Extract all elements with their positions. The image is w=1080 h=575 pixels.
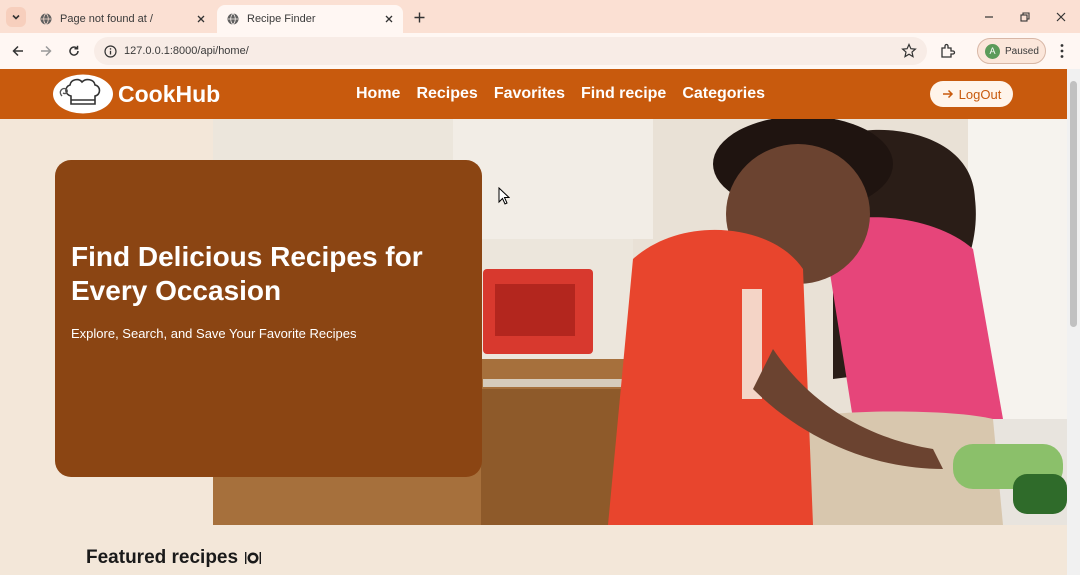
featured-recipes-heading: Featured recipes	[86, 547, 262, 569]
main-nav: Home Recipes Favorites Find recipe Categ…	[356, 85, 765, 103]
browser-toolbar: 127.0.0.1:8000/api/home/ A Paused	[0, 33, 1080, 69]
tab-title: Page not found at /	[60, 13, 153, 25]
arrow-left-icon	[12, 45, 23, 57]
featured-heading-text: Featured recipes	[86, 547, 239, 568]
globe-icon	[40, 13, 52, 25]
nav-link-favorites[interactable]: Favorites	[494, 85, 565, 103]
close-icon	[1056, 12, 1066, 22]
minimize-icon	[985, 16, 993, 18]
close-window-button[interactable]	[1052, 8, 1070, 26]
site-info-icon[interactable]	[102, 43, 118, 59]
restore-button[interactable]	[1016, 8, 1034, 26]
logout-label: LogOut	[958, 86, 1002, 102]
arrow-right-icon	[41, 45, 52, 57]
mouse-cursor-icon	[498, 187, 510, 205]
plus-icon	[414, 12, 424, 22]
nav-link-home[interactable]: Home	[356, 85, 400, 103]
new-tab-button[interactable]	[410, 8, 428, 26]
bookmark-star-icon[interactable]	[901, 43, 917, 59]
restore-icon	[1020, 12, 1030, 22]
reload-icon	[69, 45, 79, 56]
scrollbar-thumb[interactable]	[1070, 81, 1077, 327]
extensions-icon[interactable]	[939, 42, 957, 60]
logout-button[interactable]: LogOut	[930, 81, 1013, 107]
vertical-scrollbar[interactable]	[1067, 69, 1080, 575]
chef-hat-logo-icon[interactable]	[53, 74, 113, 114]
tab-title: Recipe Finder	[247, 13, 316, 25]
nav-link-recipes[interactable]: Recipes	[416, 85, 477, 103]
profile-button[interactable]: A Paused	[977, 38, 1046, 64]
forward-button[interactable]	[36, 41, 56, 61]
logout-arrow-icon	[942, 89, 953, 99]
close-tab-icon[interactable]	[381, 11, 397, 27]
hero-subtitle: Explore, Search, and Save Your Favorite …	[71, 326, 357, 341]
chevron-down-icon	[12, 14, 20, 20]
brand-name[interactable]: CookHub	[118, 81, 220, 108]
profile-status: Paused	[1005, 45, 1039, 57]
tab-page-not-found[interactable]: Page not found at /	[30, 5, 215, 33]
reload-button[interactable]	[64, 41, 84, 61]
avatar: A	[985, 43, 1000, 59]
url-text: 127.0.0.1:8000/api/home/	[124, 45, 249, 57]
page-viewport: CookHub Home Recipes Favorites Find reci…	[0, 69, 1067, 575]
tab-search-button[interactable]	[6, 7, 26, 27]
globe-icon	[227, 13, 239, 25]
nav-link-find-recipe[interactable]: Find recipe	[581, 85, 666, 103]
hero-card: Find Delicious Recipes for Every Occasio…	[55, 160, 482, 477]
back-button[interactable]	[8, 41, 28, 61]
plate-cutlery-icon	[245, 552, 262, 564]
hero-title: Find Delicious Recipes for Every Occasio…	[71, 241, 423, 306]
minimize-button[interactable]	[980, 8, 998, 26]
tab-strip: Page not found at / Recipe Finder	[0, 0, 1080, 33]
address-bar[interactable]: 127.0.0.1:8000/api/home/	[94, 37, 927, 65]
tab-recipe-finder[interactable]: Recipe Finder	[217, 5, 403, 33]
close-tab-icon[interactable]	[193, 11, 209, 27]
nav-link-categories[interactable]: Categories	[682, 85, 765, 103]
more-menu-icon[interactable]	[1053, 42, 1071, 60]
site-navbar: CookHub Home Recipes Favorites Find reci…	[0, 69, 1067, 119]
